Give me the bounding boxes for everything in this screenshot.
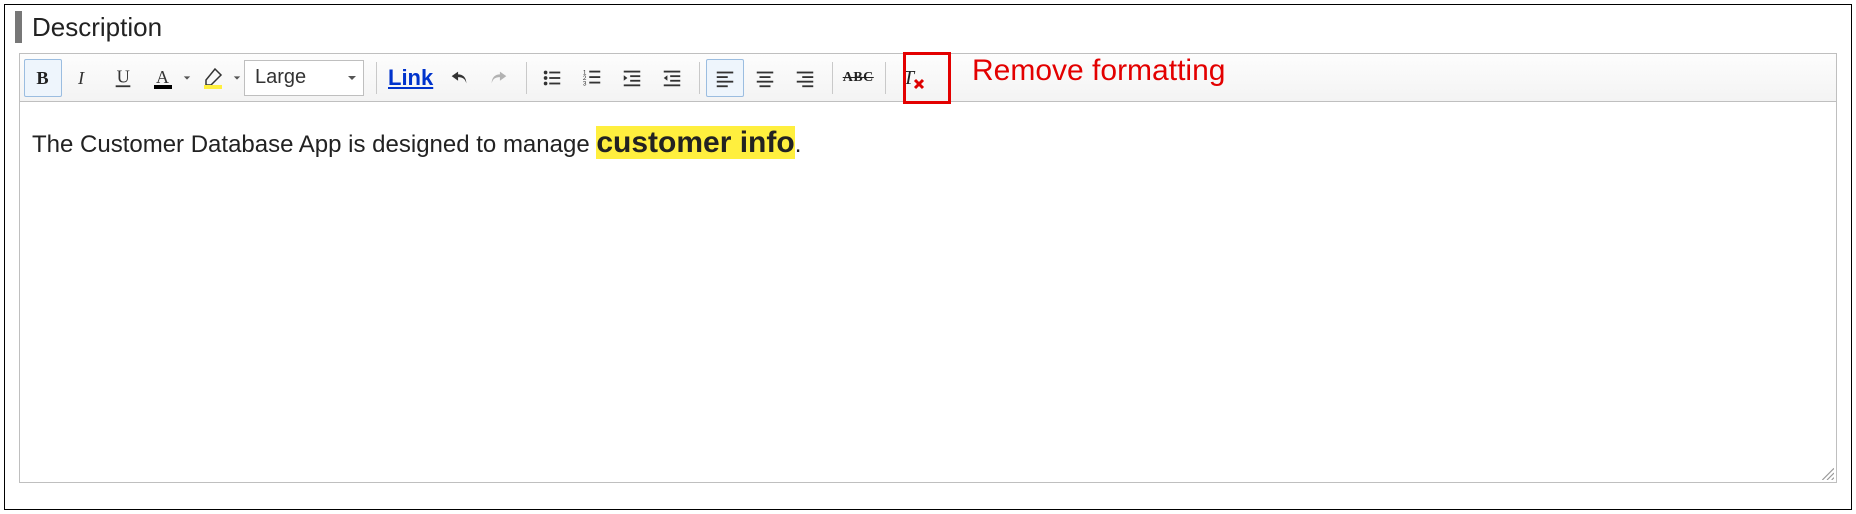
align-right-icon	[794, 67, 816, 89]
text-color-icon: A	[151, 66, 175, 90]
editor-text: The Customer Database App is designed to…	[32, 131, 801, 158]
underline-button[interactable]: U	[104, 59, 142, 97]
redo-button[interactable]	[480, 59, 518, 97]
link-label: Link	[388, 65, 433, 91]
text-color-button[interactable]: A	[144, 59, 182, 97]
field-label: Description	[32, 12, 162, 43]
svg-text:U: U	[117, 67, 130, 87]
underline-icon: U	[112, 67, 134, 89]
toolbar-separator	[376, 62, 377, 94]
svg-text:3: 3	[583, 80, 587, 87]
numbered-list-button[interactable]: 1 2 3	[573, 59, 611, 97]
bullet-list-button[interactable]	[533, 59, 571, 97]
toolbar-separator	[832, 62, 833, 94]
bold-icon: B	[33, 68, 53, 88]
editor-content[interactable]: The Customer Database App is designed to…	[20, 102, 1836, 482]
resize-grip-icon[interactable]	[1820, 466, 1834, 480]
svg-text:I: I	[77, 68, 85, 88]
svg-text:B: B	[36, 68, 48, 88]
font-size-value: Large	[255, 66, 306, 89]
field-marker	[15, 11, 22, 43]
field-label-row: Description	[5, 5, 1851, 53]
italic-icon: I	[73, 68, 93, 88]
bullet-list-icon	[541, 67, 563, 89]
caret-down-icon	[183, 74, 191, 82]
svg-text:T: T	[903, 67, 916, 89]
align-center-button[interactable]	[746, 59, 784, 97]
italic-button[interactable]: I	[64, 59, 102, 97]
font-size-select[interactable]: Large	[244, 60, 364, 96]
toolbar-separator	[526, 62, 527, 94]
bold-button[interactable]: B	[24, 59, 62, 97]
link-button[interactable]: Link	[383, 59, 438, 97]
indent-icon	[621, 67, 643, 89]
undo-button[interactable]	[440, 59, 478, 97]
svg-text:A: A	[156, 67, 169, 87]
remove-formatting-icon: T	[901, 66, 925, 90]
strikethrough-icon: ABC	[843, 70, 874, 86]
toolbar-separator	[699, 62, 700, 94]
align-left-button[interactable]	[706, 59, 744, 97]
editor-toolbar: B I U A	[20, 54, 1836, 102]
caret-down-icon	[347, 73, 357, 83]
remove-formatting-button[interactable]: T	[894, 59, 932, 97]
undo-icon	[448, 67, 470, 89]
outdent-icon	[661, 67, 683, 89]
strikethrough-button[interactable]: ABC	[839, 59, 877, 97]
align-right-button[interactable]	[786, 59, 824, 97]
highlight-menu-button[interactable]	[232, 74, 242, 82]
toolbar-separator	[885, 62, 886, 94]
caret-down-icon	[233, 74, 241, 82]
text-color-menu-button[interactable]	[182, 74, 192, 82]
annotation-label: Remove formatting	[972, 54, 1225, 88]
rich-text-editor: B I U A	[19, 53, 1837, 483]
indent-button[interactable]	[613, 59, 651, 97]
outdent-button[interactable]	[653, 59, 691, 97]
highlight-icon	[201, 66, 225, 90]
align-center-icon	[754, 67, 776, 89]
numbered-list-icon: 1 2 3	[581, 67, 603, 89]
description-editor-frame: Description B I U A	[4, 4, 1852, 510]
align-left-icon	[714, 67, 736, 89]
highlight-button[interactable]	[194, 59, 232, 97]
redo-icon	[488, 67, 510, 89]
